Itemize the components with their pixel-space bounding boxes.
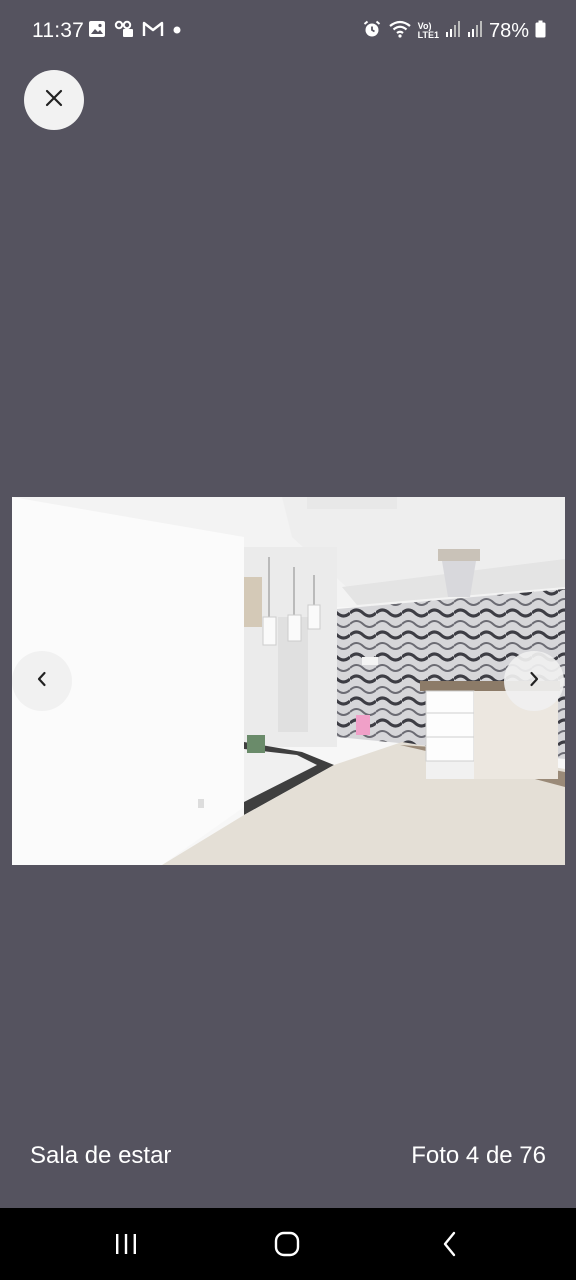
next-photo-button[interactable] (504, 651, 564, 711)
photo-counter: Foto 4 de 76 (411, 1142, 546, 1169)
recents-button[interactable] (106, 1226, 146, 1266)
alarm-icon (362, 19, 382, 44)
wifi-icon (388, 19, 412, 44)
close-icon (44, 88, 64, 113)
system-navigation-bar (0, 1208, 576, 1280)
lte-line2: LTE1 (417, 30, 439, 40)
home-button[interactable] (267, 1226, 307, 1266)
recents-icon (113, 1232, 139, 1261)
voicemail-icon (114, 20, 134, 43)
photo-viewer-screen: 11:37 Vo) LTE1 78% Sala de estar Foto 4 … (0, 0, 576, 1280)
chevron-left-icon (35, 670, 49, 693)
close-button[interactable] (24, 70, 84, 130)
signal-icon (467, 20, 483, 43)
back-button[interactable] (430, 1226, 470, 1266)
previous-photo-button[interactable] (12, 651, 72, 711)
living-room-image (12, 497, 565, 865)
status-bar: 11:37 Vo) LTE1 78% (0, 0, 576, 46)
back-icon (440, 1230, 460, 1263)
home-icon (273, 1230, 301, 1263)
chevron-right-icon (527, 670, 541, 693)
status-time: 11:37 (32, 19, 84, 42)
gmail-icon (142, 20, 164, 43)
room-label: Sala de estar (30, 1142, 172, 1169)
battery-percent: 78% (488, 20, 529, 42)
battery-icon (535, 20, 546, 43)
system-icons: Vo) LTE1 78% (362, 17, 546, 45)
lte-indicator: Vo) LTE1 (418, 22, 439, 40)
signal-icon (445, 20, 461, 43)
room-photo[interactable] (12, 497, 565, 865)
gallery-icon (88, 20, 106, 43)
notification-icons (88, 20, 182, 43)
dot-icon (172, 20, 182, 43)
